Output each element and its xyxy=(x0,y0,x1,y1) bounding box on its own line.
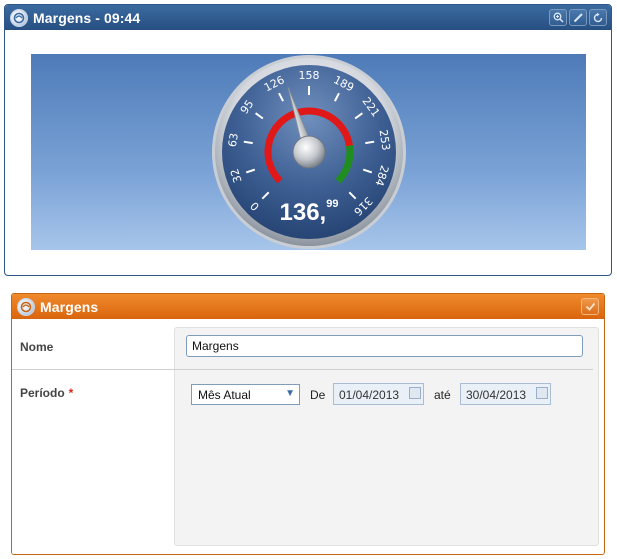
gauge-hub xyxy=(292,135,326,169)
nome-input[interactable] xyxy=(186,335,583,357)
periodo-select-value: Mês Atual xyxy=(198,388,251,402)
gauge-window-title: Margens - 09:44 xyxy=(33,9,141,26)
form-window-titlebar[interactable]: Margens xyxy=(12,294,604,319)
confirm-check-icon[interactable] xyxy=(581,298,599,315)
gauge-tick xyxy=(243,140,253,145)
gauge-window: Margens - 09:44 0 32 63 95 126 158 189 2… xyxy=(4,4,612,276)
date-from-value: 01/04/2013 xyxy=(339,388,400,402)
app-logo-icon xyxy=(10,8,28,27)
required-asterisk: * xyxy=(68,386,74,400)
refresh-icon[interactable] xyxy=(589,9,607,26)
nome-label: Nome xyxy=(20,340,54,354)
gauge-tick-label: 63 xyxy=(226,132,241,148)
gauge-tick-label: 158 xyxy=(299,69,320,82)
zoom-icon[interactable] xyxy=(549,9,567,26)
date-from-field[interactable]: 01/04/2013 xyxy=(333,383,424,405)
form-window-title: Margens xyxy=(40,298,99,315)
edit-icon[interactable] xyxy=(569,9,587,26)
date-to-field[interactable]: 30/04/2013 xyxy=(460,383,551,405)
dropdown-arrow-icon[interactable]: ▼ xyxy=(285,388,295,399)
calendar-icon[interactable] xyxy=(409,387,421,399)
ate-label: até xyxy=(434,388,451,402)
form-label-column xyxy=(12,319,174,554)
form-field-panel xyxy=(174,327,599,546)
gauge-tick xyxy=(365,140,375,145)
gauge-value-decimals: 99 xyxy=(326,198,338,210)
gauge-window-titlebar[interactable]: Margens - 09:44 xyxy=(5,5,611,30)
app-logo-icon xyxy=(17,297,35,316)
speedometer-gauge: 0326395126 158 189221253284316 136,99 xyxy=(212,55,406,249)
form-window: Margens Nome Período* Mês Atual ▼ De 01/… xyxy=(11,293,605,555)
periodo-select[interactable]: Mês Atual ▼ xyxy=(191,384,300,405)
date-to-value: 30/04/2013 xyxy=(466,388,527,402)
periodo-label: Período * xyxy=(20,386,73,400)
de-label: De xyxy=(310,388,326,402)
periodo-label-text: Período xyxy=(20,386,65,400)
divider xyxy=(12,369,593,370)
calendar-icon[interactable] xyxy=(536,387,548,399)
gauge-panel: 0 32 63 95 126 158 189 221 253 284 316 136,99 xyxy=(31,54,586,250)
